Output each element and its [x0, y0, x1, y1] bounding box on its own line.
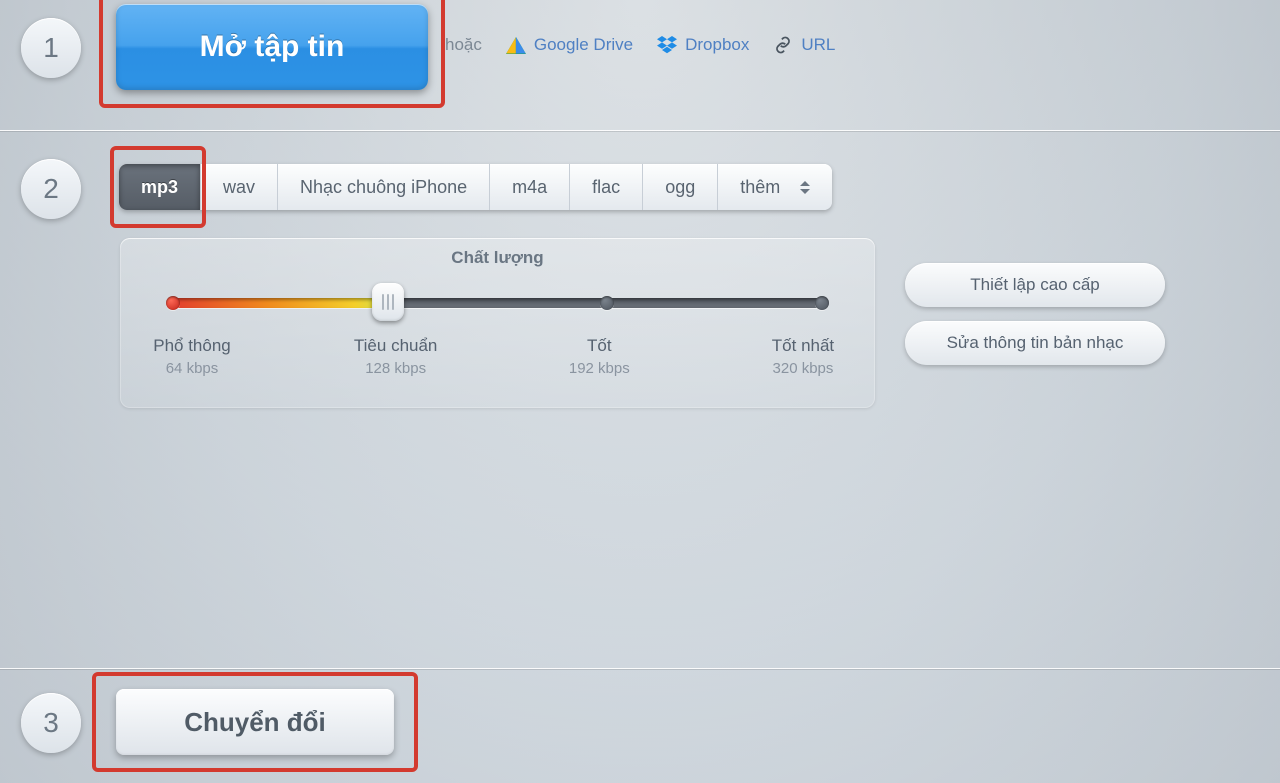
- google-drive-label: Google Drive: [534, 35, 633, 55]
- quality-card: Chất lượng Phổ thông 64 kbps Tiêu chuẩn …: [120, 238, 875, 408]
- source-url[interactable]: URL: [773, 35, 835, 55]
- step-1-section: 1 Mở tập tin hoặc Google Drive Dropbox U…: [0, 0, 1280, 130]
- chevron-updown-icon: [800, 181, 810, 194]
- format-tab-ogg[interactable]: ogg: [643, 164, 718, 210]
- slider-handle[interactable]: [372, 283, 404, 321]
- open-file-label: Mở tập tin: [200, 30, 345, 63]
- source-row: hoặc Google Drive Dropbox URL: [445, 30, 1260, 60]
- quality-label-4: Tốt nhất 320 kbps: [733, 336, 873, 377]
- dropbox-label: Dropbox: [685, 35, 749, 55]
- step-3-badge: 3: [21, 693, 81, 753]
- edit-track-info-button[interactable]: Sửa thông tin bản nhạc: [905, 321, 1165, 365]
- dropbox-icon: [657, 36, 677, 54]
- google-drive-icon: [506, 37, 526, 54]
- open-file-button[interactable]: Mở tập tin: [116, 4, 428, 90]
- step-1-badge: 1: [21, 18, 81, 78]
- advanced-settings-button[interactable]: Thiết lập cao cấp: [905, 263, 1165, 307]
- format-tab-flac[interactable]: flac: [570, 164, 643, 210]
- slider-tick-1: [166, 296, 180, 310]
- format-tab-wav[interactable]: wav: [201, 164, 278, 210]
- quality-slider[interactable]: [168, 292, 827, 312]
- step-2-number: 2: [43, 173, 59, 205]
- format-tab-m4a[interactable]: m4a: [490, 164, 570, 210]
- source-google-drive[interactable]: Google Drive: [506, 35, 633, 55]
- quality-label-3: Tốt 192 kbps: [529, 336, 669, 377]
- step-3-section: 3 Chuyển đổi: [0, 669, 1280, 783]
- format-tab-mp3[interactable]: mp3: [119, 164, 201, 210]
- url-label: URL: [801, 35, 835, 55]
- step-2-badge: 2: [21, 159, 81, 219]
- quality-labels: Phổ thông 64 kbps Tiêu chuẩn 128 kbps Tố…: [160, 336, 835, 377]
- convert-label: Chuyển đổi: [184, 707, 326, 737]
- slider-tick-4: [815, 296, 829, 310]
- format-bar: mp3 wav Nhạc chuông iPhone m4a flac ogg …: [119, 164, 832, 210]
- step-2-section: 2 mp3 wav Nhạc chuông iPhone m4a flac og…: [0, 131, 1280, 667]
- slider-tick-3: [600, 296, 614, 310]
- quality-label-2: Tiêu chuẩn 128 kbps: [326, 336, 466, 377]
- quality-title: Chất lượng: [120, 238, 875, 268]
- format-tab-more[interactable]: thêm: [718, 164, 832, 210]
- source-dropbox[interactable]: Dropbox: [657, 35, 749, 55]
- url-icon: [773, 36, 793, 54]
- or-label: hoặc: [445, 35, 482, 55]
- step-3-number: 3: [43, 707, 59, 739]
- convert-button[interactable]: Chuyển đổi: [116, 689, 394, 755]
- quality-label-1: Phổ thông 64 kbps: [122, 336, 262, 377]
- step-1-number: 1: [43, 32, 59, 64]
- slider-fill: [168, 298, 388, 308]
- format-tab-iphone-ringtone[interactable]: Nhạc chuông iPhone: [278, 164, 490, 210]
